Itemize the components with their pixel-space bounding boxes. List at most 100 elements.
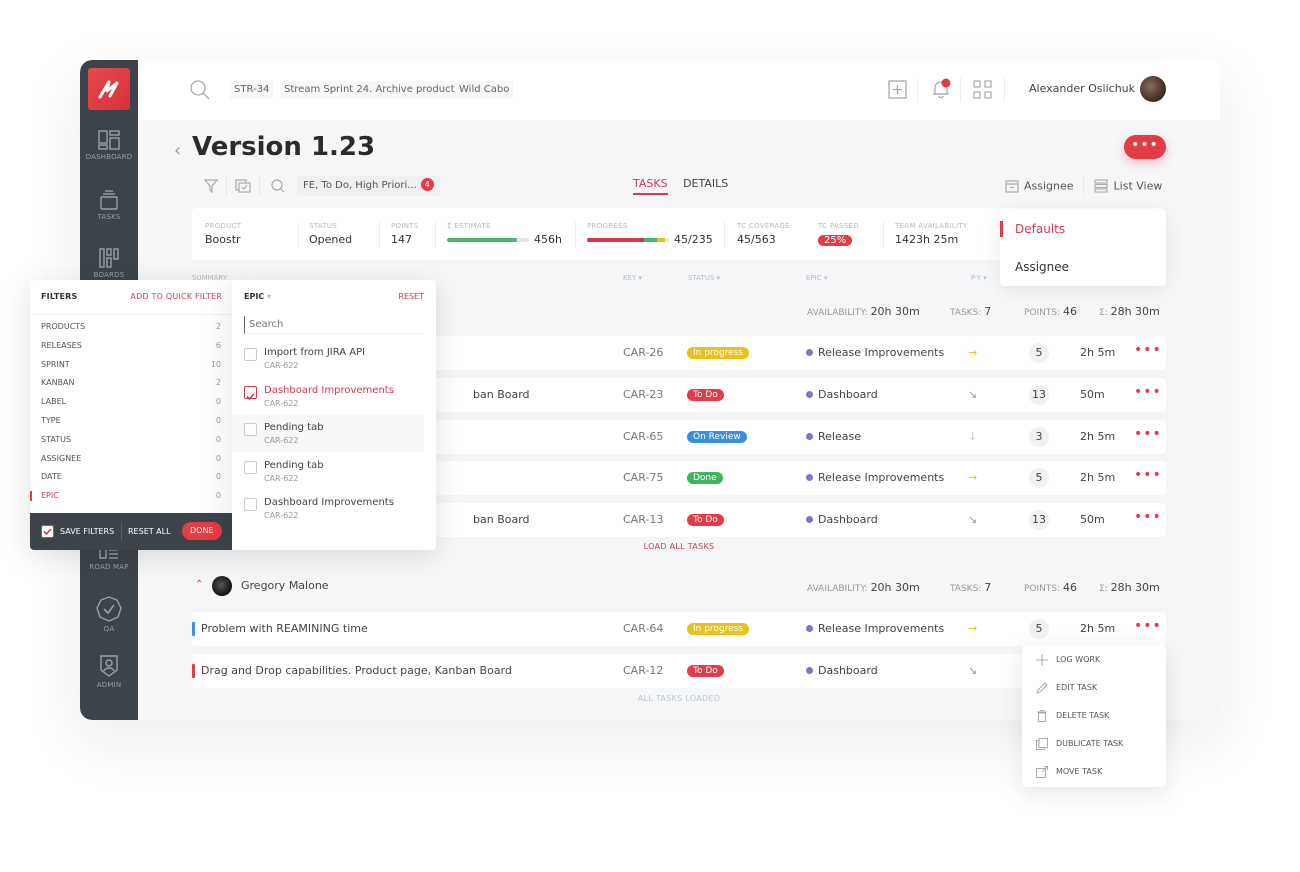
breadcrumb-chip[interactable]: STR-34 xyxy=(230,81,274,99)
dropdown-option-assignee[interactable]: Assignee xyxy=(1015,260,1069,274)
status-badge[interactable]: On Review xyxy=(687,431,747,443)
epic-option[interactable]: Pending tab CAR-622 xyxy=(264,422,324,445)
task-row[interactable]: Problem with REAMINING time CAR-64 In prog… xyxy=(192,612,1166,646)
task-row[interactable]: Drag and Drop capabilities. Product page… xyxy=(192,654,1166,688)
stat-value: 45/235 xyxy=(674,233,713,246)
column-status[interactable]: STATUS ▾ xyxy=(688,274,720,282)
filter-category-kanban[interactable]: KANBAN 2 xyxy=(41,378,221,387)
search-icon[interactable] xyxy=(190,80,210,100)
epic-checkbox[interactable] xyxy=(244,385,257,400)
app-logo[interactable] xyxy=(88,68,130,110)
task-summary[interactable]: ban Board xyxy=(473,513,530,526)
search-filter-icon[interactable] xyxy=(271,179,285,193)
epic-checkbox[interactable] xyxy=(244,348,257,361)
user-name[interactable]: Alexander Osiichuk xyxy=(1029,82,1135,95)
row-more-button[interactable]: ••• xyxy=(1134,509,1162,525)
filter-category-date[interactable]: DATE 0 xyxy=(41,472,221,481)
checklist-icon[interactable] xyxy=(235,179,251,193)
epic-checkbox[interactable] xyxy=(244,423,257,436)
story-points: 5 xyxy=(1029,619,1049,639)
menu-item-edit-task[interactable]: EDIT TASK xyxy=(1036,680,1097,696)
column-key[interactable]: KEY ▾ xyxy=(623,274,642,282)
task-summary[interactable]: Drag and Drop capabilities. Product page… xyxy=(201,664,512,677)
sidebar-item-admin[interactable]: ADMIN xyxy=(80,654,138,689)
status-badge[interactable]: To Do xyxy=(687,514,724,526)
row-more-button[interactable]: ••• xyxy=(1134,467,1162,483)
task-summary[interactable]: Problem with REAMINING time xyxy=(201,622,368,635)
active-filter-chip[interactable]: FE, To Do, High Priori... 4 xyxy=(297,176,440,196)
filter-icon[interactable] xyxy=(204,179,218,193)
task-key[interactable]: CAR-13 xyxy=(623,513,663,526)
task-epic: Dashboard xyxy=(806,664,878,677)
filter-category-sprint[interactable]: SPRINT 10 xyxy=(41,360,221,369)
epic-option[interactable]: Pending tab CAR-622 xyxy=(264,460,324,483)
task-summary[interactable]: ban Board xyxy=(473,388,530,401)
menu-item-duplicate-task[interactable]: DUBLICATE TASK xyxy=(1036,736,1123,752)
row-more-button[interactable]: ••• xyxy=(1134,426,1162,442)
group-by-button[interactable]: Assignee xyxy=(1024,180,1074,193)
filter-category-label[interactable]: LABEL 0 xyxy=(41,397,221,406)
save-filters-label[interactable]: SAVE FILTERS xyxy=(60,527,114,536)
tab-details[interactable]: DETAILS xyxy=(683,177,728,193)
epic-option[interactable]: Import from JIRA API CAR-622 xyxy=(264,347,365,370)
epic-panel-title[interactable]: EPIC ▾ xyxy=(244,292,271,301)
epic-dot xyxy=(806,474,813,481)
dropdown-option-defaults[interactable]: Defaults xyxy=(1015,222,1065,236)
epic-option[interactable]: Dashboard Improvements CAR-622 xyxy=(264,497,394,520)
status-badge[interactable]: Done xyxy=(687,472,723,484)
save-filters-checkbox[interactable] xyxy=(41,525,54,538)
story-points: 5 xyxy=(1029,343,1049,363)
sidebar-item-dashboard[interactable]: DASHBOARD xyxy=(80,130,138,161)
collapse-chevron-icon[interactable]: ⌃ xyxy=(195,579,203,590)
sidebar-item-tasks[interactable]: TASKS xyxy=(80,190,138,221)
add-icon[interactable] xyxy=(888,80,907,99)
filter-category-products[interactable]: PRODUCTS 2 xyxy=(41,322,221,331)
status-badge[interactable]: To Do xyxy=(687,389,724,401)
menu-item-delete-task[interactable]: DELETE TASK xyxy=(1036,708,1109,724)
breadcrumb-chip[interactable]: Wild Cabo xyxy=(455,81,514,99)
status-badge[interactable]: In progress xyxy=(687,347,750,359)
notification-bell-icon[interactable] xyxy=(930,78,952,100)
filter-category-assignee[interactable]: ASSIGNEE 0 xyxy=(41,454,221,463)
epic-search-input[interactable] xyxy=(244,316,424,334)
sidebar-item-boards[interactable]: BOARDS xyxy=(80,248,138,279)
sidebar-item-qa[interactable]: QA xyxy=(80,596,138,633)
sidebar-item-roadmap[interactable]: ROAD MAP xyxy=(80,548,138,571)
row-more-button[interactable]: ••• xyxy=(1134,342,1162,358)
filter-count: 2 xyxy=(215,322,221,331)
list-view-button[interactable]: List View xyxy=(1114,180,1163,193)
add-to-quick-filter-button[interactable]: ADD TO QUICK FILTER xyxy=(130,292,222,301)
back-chevron-icon[interactable]: ‹ xyxy=(174,140,181,161)
task-key[interactable]: CAR-64 xyxy=(623,622,663,635)
more-actions-button[interactable]: ••• xyxy=(1124,135,1166,159)
reset-button[interactable]: RESET xyxy=(398,292,424,301)
menu-item-log-work[interactable]: LOG WORK xyxy=(1036,652,1100,668)
apps-grid-icon[interactable] xyxy=(973,80,992,99)
task-key[interactable]: CAR-75 xyxy=(623,471,663,484)
epic-checkbox[interactable] xyxy=(244,498,257,511)
filter-category-status[interactable]: STATUS 0 xyxy=(41,435,221,444)
done-button[interactable]: DONE xyxy=(182,522,222,540)
user-avatar[interactable] xyxy=(1140,76,1166,102)
column-priority[interactable]: P-Y ▾ xyxy=(971,274,987,282)
reset-all-button[interactable]: RESET ALL xyxy=(128,527,171,536)
breadcrumb-chip[interactable]: Stream Sprint 24. Archive product xyxy=(280,81,459,99)
task-key[interactable]: CAR-65 xyxy=(623,430,663,443)
filter-category-epic[interactable]: EPIC 0 xyxy=(30,491,221,502)
status-badge[interactable]: To Do xyxy=(687,665,724,677)
row-more-button[interactable]: ••• xyxy=(1134,618,1162,634)
filter-category-type[interactable]: TYPE 0 xyxy=(41,416,221,425)
status-badge[interactable]: In progress xyxy=(687,623,750,635)
column-epic[interactable]: EPIC ▾ xyxy=(806,274,827,282)
task-key[interactable]: CAR-23 xyxy=(623,388,663,401)
epic-option[interactable]: Dashboard Improvements CAR-622 xyxy=(264,385,394,408)
filter-category-releases[interactable]: RELEASES 6 xyxy=(41,341,221,350)
filter-label: RELEASES xyxy=(41,340,82,350)
row-more-button[interactable]: ••• xyxy=(1134,384,1162,400)
value: 46 xyxy=(1063,581,1078,594)
menu-item-move-task[interactable]: MOVE TASK xyxy=(1036,764,1102,780)
tab-tasks[interactable]: TASKS xyxy=(633,177,668,195)
epic-checkbox[interactable] xyxy=(244,460,257,474)
task-key[interactable]: CAR-26 xyxy=(623,346,663,359)
task-key[interactable]: CAR-12 xyxy=(623,664,663,677)
